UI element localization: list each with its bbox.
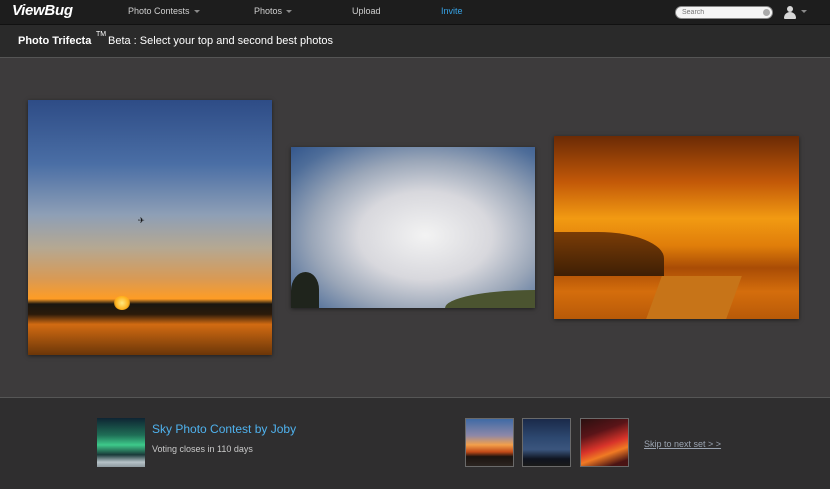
nav-upload[interactable]: Upload <box>352 6 381 16</box>
nav-upload-label: Upload <box>352 6 381 16</box>
chevron-down-icon <box>193 10 200 14</box>
sun-glow <box>114 296 130 310</box>
voting-deadline: Voting closes in 110 days <box>152 444 253 454</box>
avatar-body <box>784 12 796 19</box>
search-input[interactable] <box>682 7 752 18</box>
dune-grass <box>554 232 664 276</box>
contest-footer: Sky Photo Contest by Joby Voting closes … <box>0 397 830 489</box>
bird-silhouette: ✈ <box>138 216 145 225</box>
page-title: Photo Trifecta <box>18 35 92 47</box>
nav-invite[interactable]: Invite <box>441 6 463 16</box>
clear-search-icon[interactable] <box>763 9 770 16</box>
photo-option-3[interactable] <box>554 136 799 319</box>
page-subtitle: Beta : Select your top and second best p… <box>108 35 334 47</box>
next-set-thumbnail-1[interactable] <box>465 418 514 467</box>
chevron-down-icon[interactable] <box>801 10 807 13</box>
boardwalk-path <box>646 276 742 319</box>
chevron-down-icon <box>286 10 293 14</box>
next-set-thumbnail-3[interactable] <box>580 418 629 467</box>
nav-invite-label: Invite <box>441 6 463 16</box>
viewbug-logo[interactable]: ViewBug <box>12 2 73 19</box>
photo-option-1[interactable]: ✈ <box>28 100 272 355</box>
skip-next-set-link[interactable]: Skip to next set > > <box>644 439 721 449</box>
tree-silhouette <box>291 272 319 308</box>
hill-silhouette <box>445 290 535 308</box>
photo-stage: ✈ <box>0 58 830 398</box>
top-nav-bar: ViewBug Photo Contests Photos Upload Inv… <box>0 0 830 25</box>
nav-photos-label: Photos <box>254 6 283 16</box>
contest-thumbnail[interactable] <box>97 418 145 467</box>
trademark-mark: TM <box>96 31 107 38</box>
search-box <box>675 6 773 19</box>
nav-photo-contests-label: Photo Contests <box>128 6 190 16</box>
photo-option-2[interactable] <box>291 147 535 308</box>
nav-photo-contests[interactable]: Photo Contests <box>128 6 200 16</box>
user-avatar-icon[interactable] <box>783 5 797 19</box>
next-set-thumbnail-2[interactable] <box>522 418 571 467</box>
page-header: Photo Trifecta TM Beta : Select your top… <box>0 25 830 58</box>
nav-photos[interactable]: Photos <box>254 6 293 16</box>
contest-title-link[interactable]: Sky Photo Contest by Joby <box>152 422 296 436</box>
